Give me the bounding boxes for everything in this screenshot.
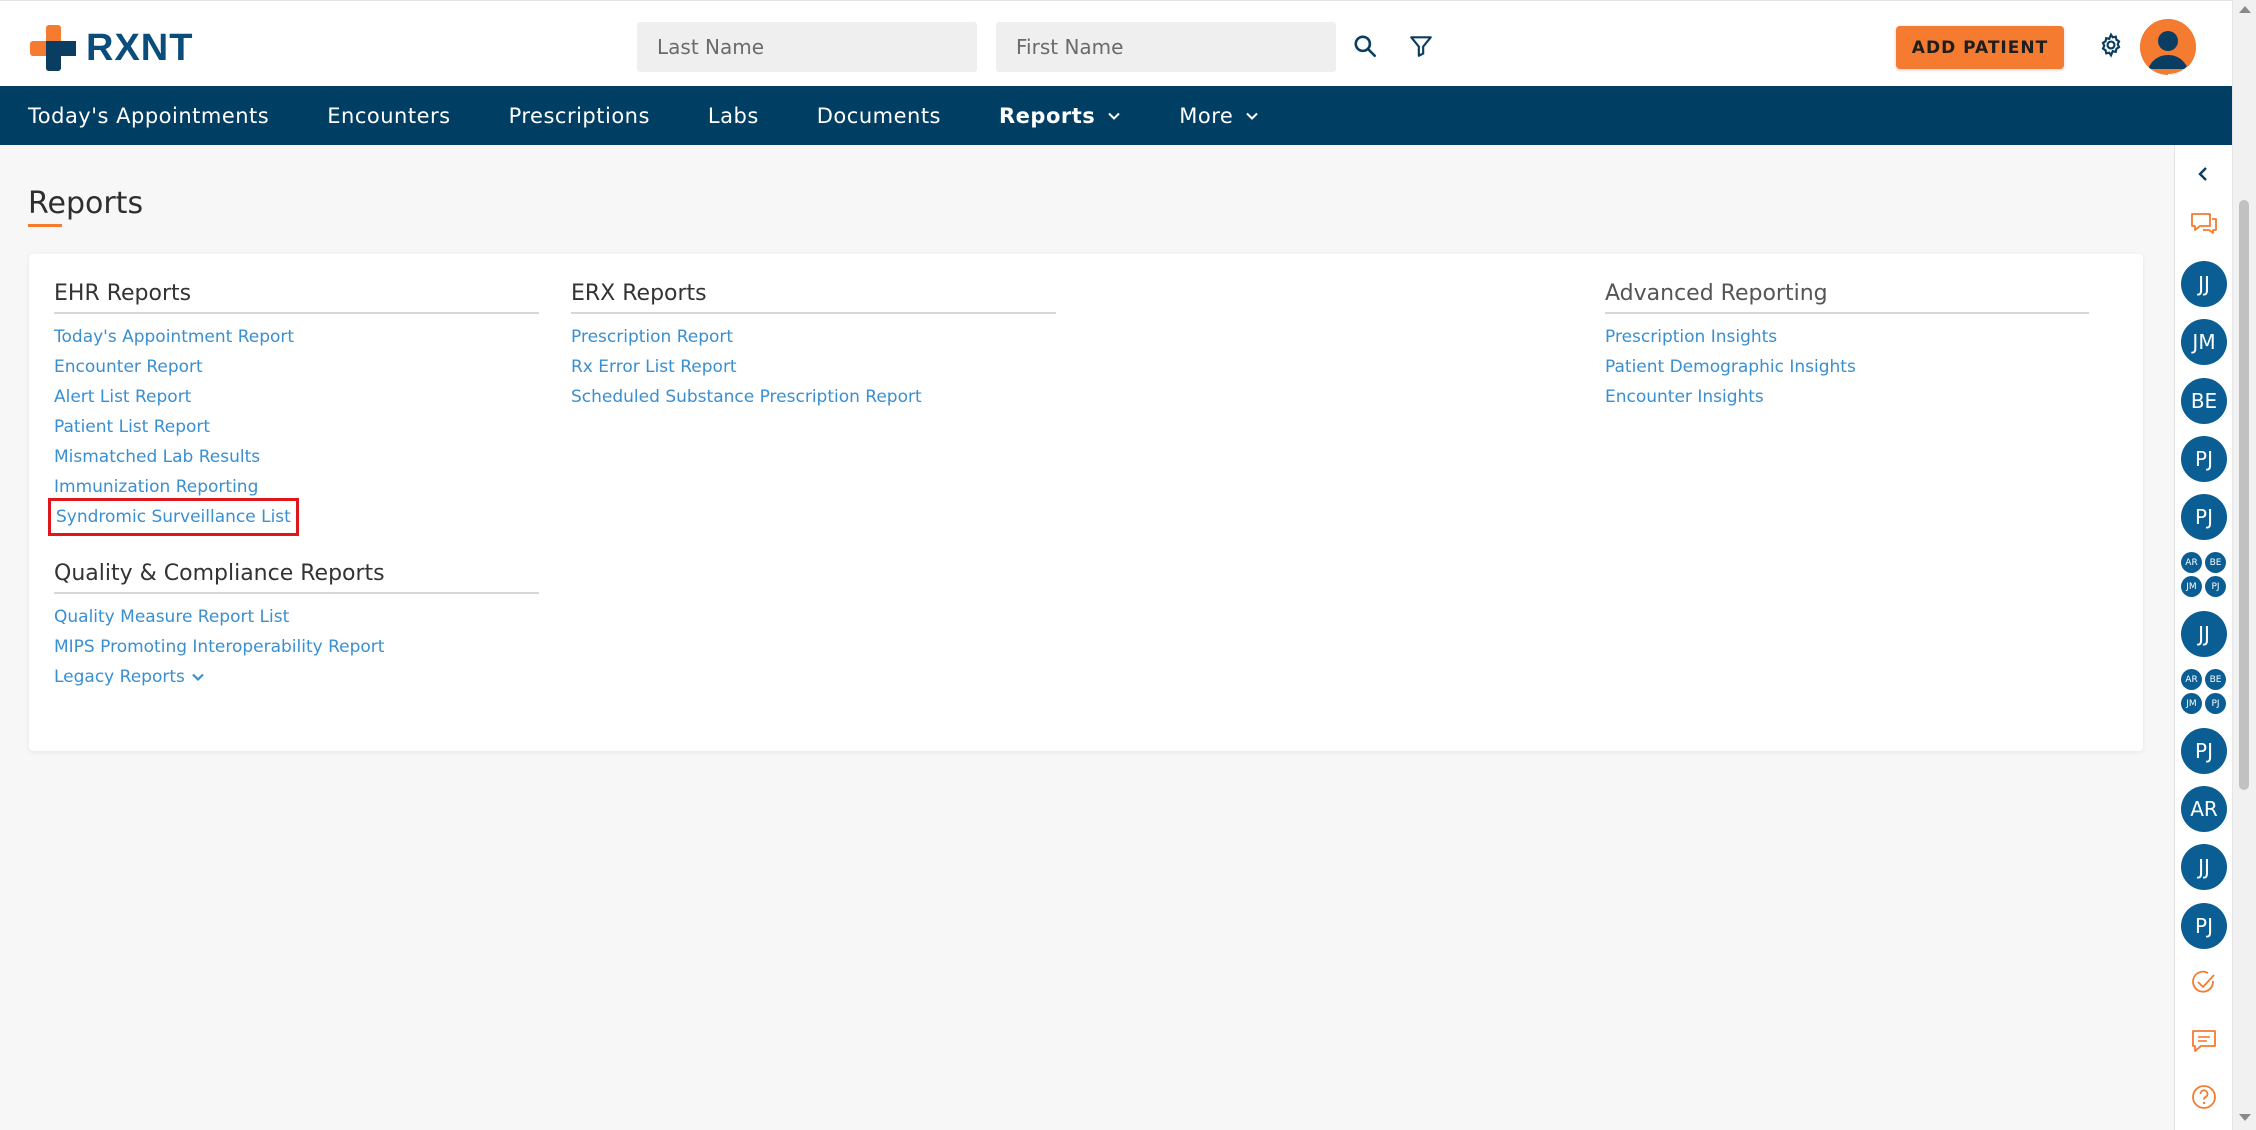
- user-avatar[interactable]: [2140, 19, 2196, 75]
- nav-label: Reports: [999, 103, 1096, 128]
- nav-label: Prescriptions: [508, 103, 650, 128]
- group-initials: PJ: [2205, 693, 2226, 714]
- nav-label: Today's Appointments: [28, 103, 270, 128]
- filter-icon[interactable]: [1404, 29, 1438, 63]
- syndromic-surveillance-list-link[interactable]: Syndromic Surveillance List: [48, 498, 299, 536]
- legacy-reports-toggle[interactable]: Legacy Reports: [54, 662, 539, 692]
- rail-avatar[interactable]: JJ: [2181, 261, 2227, 307]
- page-title: Reports: [28, 186, 144, 221]
- quality-measure-report-link[interactable]: Quality Measure Report List: [54, 602, 539, 632]
- group-initials: JM: [2181, 576, 2202, 597]
- nav-reports[interactable]: Reports: [999, 104, 1121, 128]
- chat-bubbles-icon[interactable]: [2189, 209, 2219, 239]
- nav-todays-appointments[interactable]: Today's Appointments: [28, 104, 269, 128]
- first-name-input[interactable]: [996, 22, 1336, 72]
- advanced-reporting-heading: Advanced Reporting: [1605, 281, 2089, 314]
- quality-compliance-section: Quality & Compliance Reports Quality Mea…: [54, 561, 539, 692]
- rail-avatar[interactable]: AR: [2181, 786, 2227, 832]
- alert-list-report-link[interactable]: Alert List Report: [54, 382, 539, 412]
- prescription-report-link[interactable]: Prescription Report: [571, 322, 1056, 352]
- mismatched-lab-results-link[interactable]: Mismatched Lab Results: [54, 442, 539, 472]
- encounter-report-link[interactable]: Encounter Report: [54, 352, 539, 382]
- rail-avatar[interactable]: PJ: [2181, 436, 2227, 482]
- rail-group-avatar[interactable]: AR BE JM PJ: [2181, 552, 2227, 598]
- patient-list-report-link[interactable]: Patient List Report: [54, 412, 539, 442]
- nav-more[interactable]: More: [1179, 104, 1259, 128]
- rail-avatar[interactable]: JM: [2181, 319, 2227, 365]
- scroll-down-arrow-icon[interactable]: [2239, 1114, 2251, 1121]
- nav-prescriptions[interactable]: Prescriptions: [509, 104, 650, 128]
- group-initials: BE: [2205, 669, 2226, 690]
- nav-label: Documents: [816, 103, 942, 128]
- rail-avatar[interactable]: PJ: [2181, 728, 2227, 774]
- nav-encounters[interactable]: Encounters: [327, 104, 450, 128]
- rail-avatar[interactable]: PJ: [2181, 903, 2227, 949]
- right-rail: JJ JM BE PJ PJ AR BE JM PJ JJ AR BE JM P…: [2174, 145, 2232, 1130]
- gear-icon[interactable]: [2094, 28, 2128, 62]
- chevron-down-icon: [1108, 112, 1121, 120]
- search-icon[interactable]: [1348, 29, 1382, 63]
- group-initials: AR: [2181, 552, 2202, 573]
- scroll-up-arrow-icon[interactable]: [2239, 6, 2251, 13]
- advanced-reporting-section: Advanced Reporting Prescription Insights…: [1605, 281, 2089, 412]
- group-initials: BE: [2205, 552, 2226, 573]
- nav-label: Labs: [707, 103, 759, 128]
- group-initials: AR: [2181, 669, 2202, 690]
- mips-interoperability-report-link[interactable]: MIPS Promoting Interoperability Report: [54, 632, 539, 662]
- nav-label: Encounters: [327, 103, 451, 128]
- top-header: RXNT ADD PATIENT: [0, 0, 2232, 86]
- group-initials: PJ: [2205, 576, 2226, 597]
- erx-reports-heading: ERX Reports: [571, 281, 1056, 314]
- immunization-reporting-link[interactable]: Immunization Reporting: [54, 472, 539, 502]
- ehr-reports-heading: EHR Reports: [54, 281, 539, 314]
- quality-compliance-heading: Quality & Compliance Reports: [54, 561, 539, 594]
- rail-avatar[interactable]: JJ: [2181, 844, 2227, 890]
- page-scrollbar[interactable]: [2232, 0, 2256, 1130]
- logo-cross-icon: [30, 25, 76, 71]
- message-icon[interactable]: [2189, 1026, 2219, 1056]
- collapse-chevron-icon[interactable]: [2195, 165, 2213, 183]
- rx-error-list-report-link[interactable]: Rx Error List Report: [571, 352, 1056, 382]
- patient-demographic-insights-link[interactable]: Patient Demographic Insights: [1605, 352, 2089, 382]
- nav-labs[interactable]: Labs: [708, 104, 759, 128]
- rxnt-logo[interactable]: RXNT: [30, 25, 193, 71]
- rail-avatar[interactable]: BE: [2181, 378, 2227, 424]
- scroll-thumb[interactable]: [2239, 200, 2249, 790]
- ehr-reports-section: EHR Reports Today's Appointment Report E…: [48, 281, 539, 536]
- legacy-reports-label: Legacy Reports: [54, 667, 185, 687]
- check-circle-icon[interactable]: [2189, 968, 2219, 998]
- prescription-insights-link[interactable]: Prescription Insights: [1605, 322, 2089, 352]
- scheduled-substance-report-link[interactable]: Scheduled Substance Prescription Report: [571, 382, 1056, 412]
- chevron-down-icon: [1246, 112, 1259, 120]
- rail-avatar[interactable]: PJ: [2181, 494, 2227, 540]
- nav-label: More: [1179, 103, 1234, 128]
- last-name-input[interactable]: [637, 22, 977, 72]
- title-accent-underline: [28, 224, 62, 227]
- add-patient-button[interactable]: ADD PATIENT: [1896, 26, 2064, 69]
- todays-appointment-report-link[interactable]: Today's Appointment Report: [54, 322, 539, 352]
- rail-group-avatar[interactable]: AR BE JM PJ: [2181, 669, 2227, 715]
- help-icon[interactable]: [2189, 1082, 2219, 1112]
- erx-reports-section: ERX Reports Prescription Report Rx Error…: [571, 281, 1056, 412]
- main-nav: Today's Appointments Encounters Prescrip…: [0, 86, 2232, 145]
- encounter-insights-link[interactable]: Encounter Insights: [1605, 382, 2089, 412]
- logo-text: RXNT: [86, 26, 194, 69]
- reports-card: EHR Reports Today's Appointment Report E…: [29, 254, 2143, 751]
- chevron-down-icon: [192, 673, 204, 682]
- group-initials: JM: [2181, 693, 2202, 714]
- nav-documents[interactable]: Documents: [817, 104, 941, 128]
- rail-avatar[interactable]: JJ: [2181, 611, 2227, 657]
